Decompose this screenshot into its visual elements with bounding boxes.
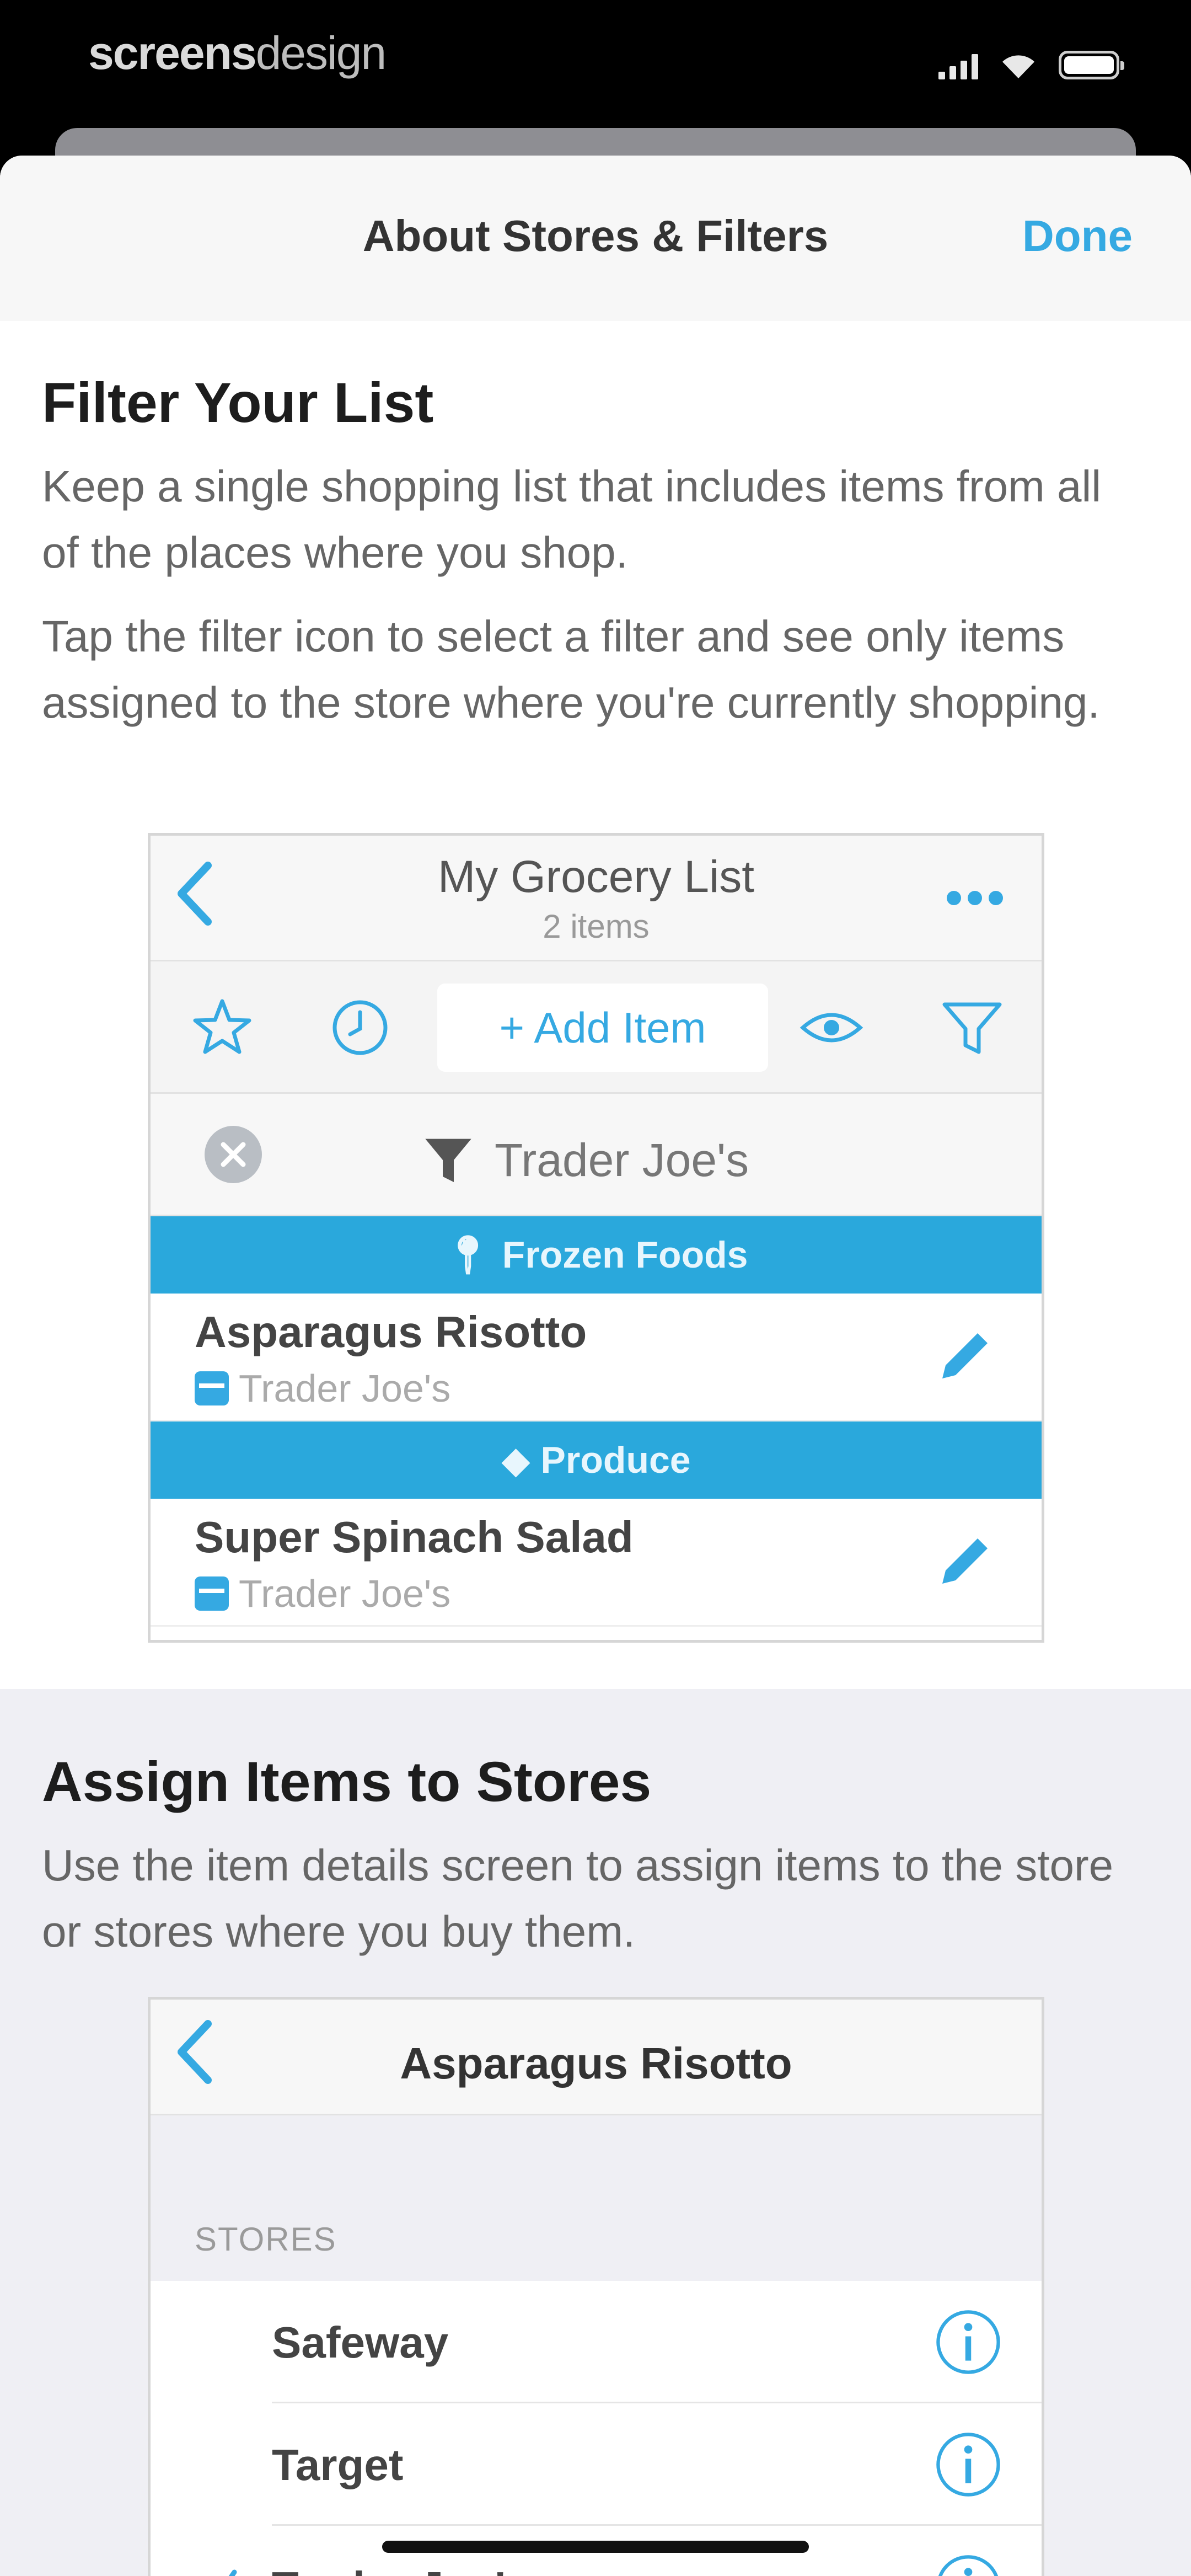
mock-active-filter-bar: Trader Joe's	[151, 1094, 1042, 1216]
store-icon	[195, 1371, 229, 1405]
item-store: Trader Joe's	[195, 1366, 450, 1410]
home-indicator[interactable]	[382, 2541, 809, 2553]
mock-list-header: My Grocery List 2 items	[151, 836, 1042, 961]
item-store-label: Trader Joe's	[239, 1367, 451, 1410]
category-label: Produce	[540, 1439, 691, 1481]
filter-icon	[425, 1139, 471, 1182]
pencil-icon	[942, 1538, 988, 1584]
info-icon	[936, 2433, 1000, 2497]
carrier-bold: screens	[88, 27, 257, 79]
mock-details-header: Asparagus Risotto	[151, 2000, 1042, 2115]
nav-title: About Stores & Filters	[362, 211, 829, 260]
info-icon	[938, 2555, 999, 2576]
done-button[interactable]: Done	[1022, 211, 1133, 261]
active-filter-label: Trader Joe's	[495, 1134, 749, 1186]
pencil-icon	[942, 1333, 988, 1378]
item-name: Asparagus Risotto	[195, 1307, 587, 1356]
active-filter: Trader Joe's	[421, 1132, 749, 1188]
produce-icon: ◆	[501, 1439, 541, 1481]
assign-section-title: Assign Items to Stores	[42, 1750, 652, 1813]
stores-section-header: STORES	[195, 2221, 337, 2258]
filter-icon	[942, 1002, 1002, 1054]
filter-paragraph-2: Tap the filter icon to select a filter a…	[42, 612, 1100, 727]
mock-list-subtitle: 2 items	[543, 908, 650, 945]
store-name: Trader Joe's	[272, 2562, 530, 2576]
mock-details-title: Asparagus Risotto	[400, 2039, 792, 2088]
category-bar: 📍︎ Frozen Foods	[151, 1216, 1042, 1294]
star-icon	[193, 999, 251, 1054]
details-preview-image: Asparagus Risotto STORES Safeway Target …	[148, 1997, 1044, 2576]
nav-bar: About Stores & Filters Done	[0, 156, 1191, 321]
list-item: Asparagus Risotto Trader Joe's	[151, 1294, 1042, 1421]
pin-icon: 📍︎	[444, 1234, 502, 1276]
eye-icon	[800, 1013, 863, 1043]
store-icon	[195, 1576, 229, 1611]
store-name: Target	[272, 2440, 404, 2489]
item-store-label: Trader Joe's	[239, 1572, 451, 1615]
info-icon	[936, 2310, 1000, 2374]
clock-icon	[332, 1000, 388, 1055]
carrier-light: design	[255, 27, 387, 79]
more-dots-icon	[947, 891, 1003, 905]
filter-section-title: Filter Your List	[42, 371, 434, 434]
item-store: Trader Joe's	[195, 1572, 450, 1616]
carrier-label: screensdesign	[88, 26, 387, 80]
list-item: Super Spinach Salad Trader Joe's	[151, 1499, 1042, 1627]
wifi-icon	[1002, 55, 1034, 78]
add-item-button: + Add Item	[437, 984, 768, 1072]
category-bar: ◆ Produce	[151, 1421, 1042, 1499]
filter-paragraph-1: Keep a single shopping list that include…	[42, 462, 1102, 577]
item-name: Super Spinach Salad	[195, 1513, 634, 1562]
signal-icon	[938, 53, 978, 79]
category-label: Frozen Foods	[502, 1234, 748, 1276]
mock-list-title: My Grocery List	[437, 852, 755, 902]
assign-paragraph: Use the item details screen to assign it…	[42, 1841, 1114, 1956]
status-icons	[938, 51, 1124, 79]
status-bar: screensdesign	[0, 0, 1191, 132]
store-row: Safeway	[151, 2281, 1042, 2403]
store-row: Target	[151, 2403, 1042, 2526]
list-preview-image: My Grocery List 2 items + Add Item Trade…	[148, 833, 1044, 1643]
checkmark-icon	[228, 2569, 237, 2576]
battery-icon	[1059, 51, 1124, 79]
clear-filter-icon	[205, 1126, 262, 1183]
store-name: Safeway	[272, 2318, 449, 2367]
mock-list-toolbar: + Add Item	[151, 961, 1042, 1094]
